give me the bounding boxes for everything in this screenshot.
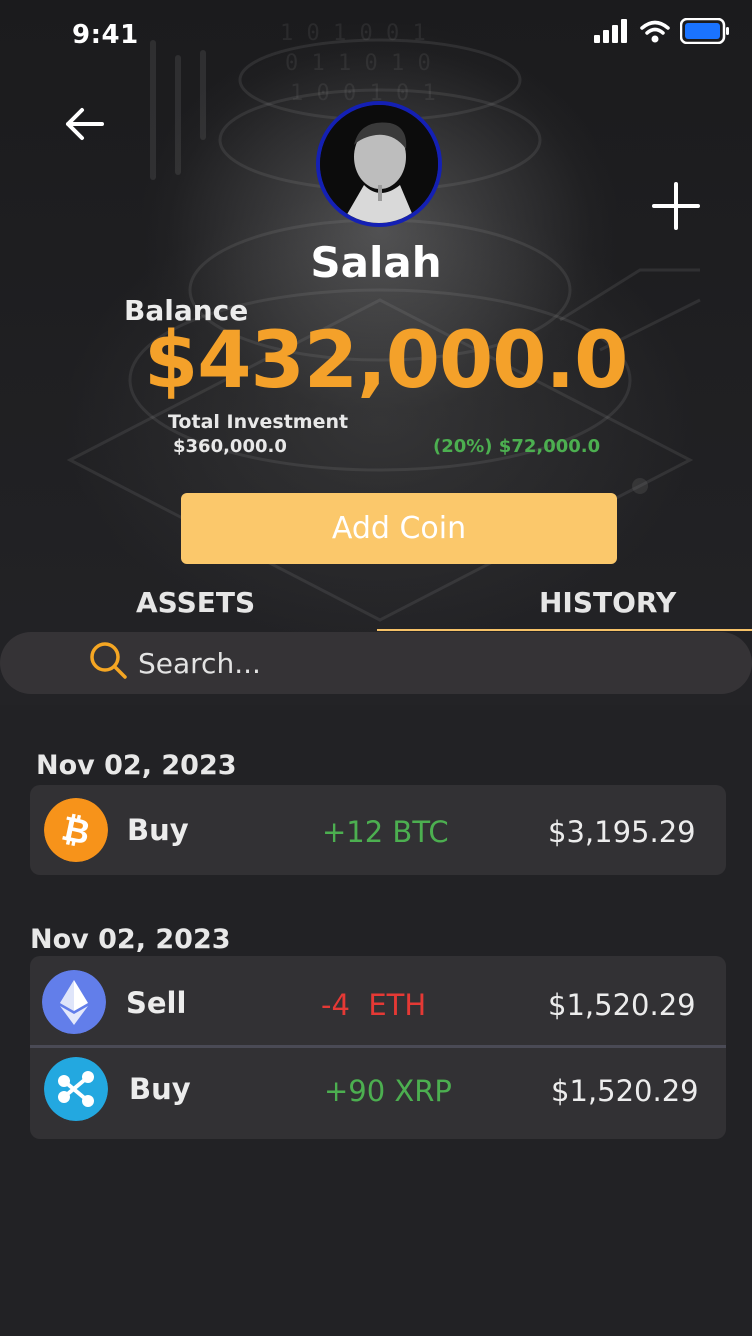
bitcoin-icon: ₿ — [44, 798, 108, 862]
transaction-value: $1,520.29 — [548, 988, 696, 1022]
search-bar[interactable] — [0, 632, 752, 694]
svg-text:0 1 1 0 1 0: 0 1 1 0 1 0 — [285, 51, 431, 76]
transaction-row[interactable]: Sell -4 ETH $1,520.29 — [30, 956, 726, 1046]
total-investment-label: Total Investment — [168, 411, 349, 433]
add-coin-button[interactable]: Add Coin — [181, 493, 617, 564]
profit-value: (20%) $72,000.0 — [433, 436, 601, 457]
total-investment-value: $360,000.0 — [173, 436, 287, 457]
ethereum-icon — [42, 970, 106, 1034]
avatar[interactable] — [316, 101, 442, 227]
wifi-icon — [640, 20, 670, 43]
xrp-icon — [44, 1057, 108, 1121]
transaction-amount: +90 XRP — [324, 1074, 452, 1108]
status-time: 9:41 — [72, 20, 139, 50]
transaction-row[interactable]: Buy +90 XRP $1,520.29 — [30, 1048, 726, 1138]
avatar-image — [320, 105, 438, 223]
history-date: Nov 02, 2023 — [36, 750, 237, 781]
history-list: Nov 02, 2023 ₿ Buy +12 BTC $3,195.29 Nov… — [0, 705, 752, 1336]
transaction-type: Buy — [129, 1072, 191, 1106]
transaction-card: Sell -4 ETH $1,520.29 Buy +90 XRP $1,520… — [30, 956, 726, 1139]
transaction-value: $1,520.29 — [551, 1074, 699, 1108]
cellular-signal-icon — [594, 19, 627, 43]
status-icons — [594, 18, 730, 44]
svg-text:1 0 1 0 0 1: 1 0 1 0 0 1 — [280, 21, 426, 46]
wallet-history-screen: 1 0 1 0 0 1 0 1 1 0 1 0 1 0 0 1 0 1 9:41 — [0, 0, 752, 1336]
balance-value: $432,000.0 — [144, 316, 628, 406]
search-icon — [90, 642, 127, 679]
battery-icon — [680, 18, 729, 44]
transaction-type: Buy — [127, 813, 189, 847]
active-tab-indicator — [377, 629, 752, 631]
transaction-amount: -4 ETH — [321, 988, 427, 1022]
transaction-amount: +12 BTC — [322, 815, 449, 849]
search-input[interactable] — [138, 642, 698, 684]
tab-assets[interactable]: ASSETS — [136, 586, 255, 619]
history-date: Nov 02, 2023 — [30, 924, 231, 955]
user-name: Salah — [310, 238, 442, 287]
tab-history[interactable]: HISTORY — [539, 586, 676, 619]
transaction-value: $3,195.29 — [548, 815, 696, 849]
transaction-type: Sell — [126, 986, 187, 1020]
back-button[interactable] — [62, 104, 108, 144]
transaction-card: ₿ Buy +12 BTC $3,195.29 — [30, 785, 726, 875]
plus-icon — [652, 182, 700, 230]
add-button[interactable] — [650, 180, 702, 232]
transaction-row[interactable]: ₿ Buy +12 BTC $3,195.29 — [30, 785, 726, 875]
arrow-left-icon — [66, 108, 104, 140]
